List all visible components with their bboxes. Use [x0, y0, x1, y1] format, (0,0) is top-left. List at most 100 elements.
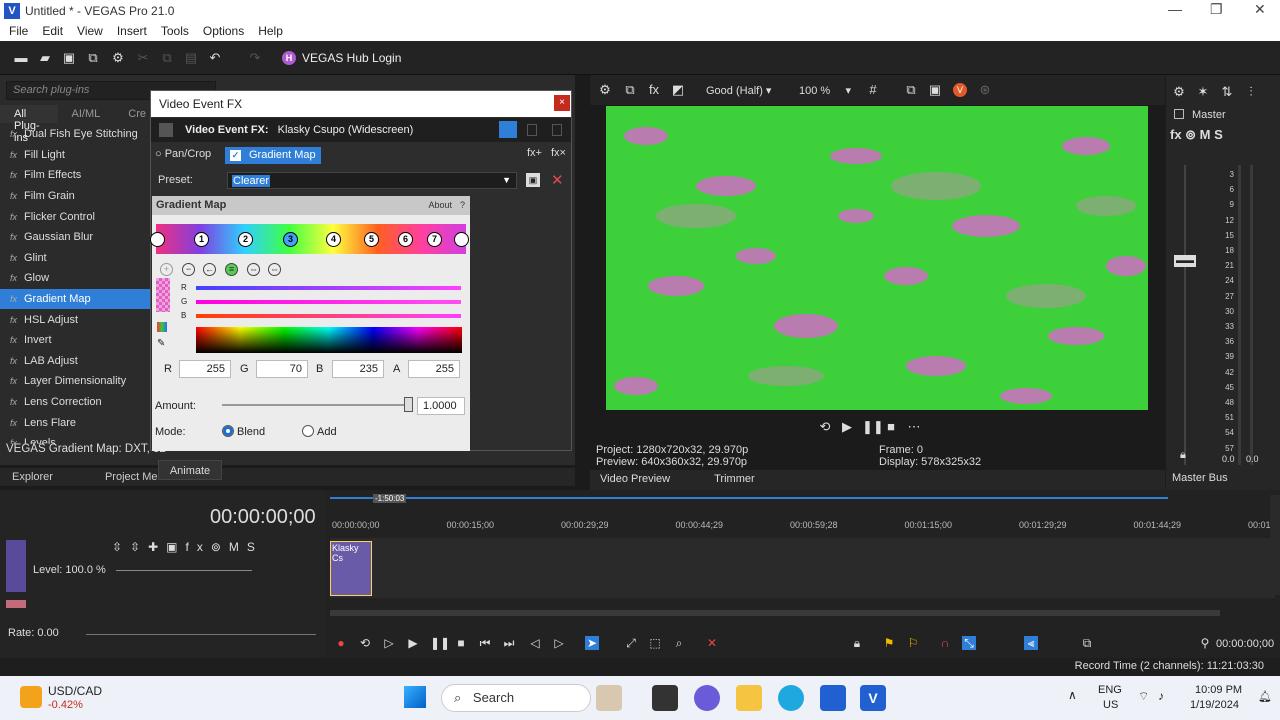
gradient-stop[interactable]: 5: [364, 232, 379, 247]
r-value-input[interactable]: 255: [179, 360, 231, 378]
amount-value-input[interactable]: 1.0000: [417, 397, 465, 415]
video-clip[interactable]: Klasky Cs: [330, 541, 372, 596]
windows-start-icon[interactable]: [404, 686, 426, 708]
lock-icon[interactable]: 🔒︎: [850, 636, 864, 650]
view-grid-icon[interactable]: [552, 124, 562, 136]
add-fx-icon[interactable]: fx+: [527, 147, 542, 159]
view-split-icon[interactable]: [527, 124, 537, 136]
palette-icon[interactable]: [157, 322, 167, 332]
a-value-input[interactable]: 255: [408, 360, 460, 378]
envelope-tool-icon[interactable]: ⤢: [624, 636, 638, 650]
g-channel-slider[interactable]: [196, 300, 461, 304]
help-link[interactable]: ?: [460, 200, 465, 210]
selection-tool-icon[interactable]: ⬚: [648, 636, 662, 650]
center-stop-icon[interactable]: ≡: [225, 263, 238, 276]
delete-preset-icon[interactable]: ✕: [551, 171, 564, 189]
plugin-item[interactable]: fx Film Effects: [0, 165, 150, 186]
plugin-item[interactable]: fx Dual Fish Eye Stitching: [0, 124, 150, 145]
render-icon[interactable]: ⧉: [86, 51, 100, 65]
task-view-icon[interactable]: [652, 685, 678, 711]
plugin-item[interactable]: fx Film Grain: [0, 186, 150, 207]
menu-insert[interactable]: Insert: [117, 24, 147, 41]
vegas-taskbar-icon[interactable]: V: [860, 685, 886, 711]
new-icon[interactable]: ▬: [14, 51, 28, 65]
gradient-map-enabled-checkbox[interactable]: ✓: [230, 150, 241, 161]
tab-ai-ml[interactable]: AI/ML: [58, 105, 115, 123]
plugin-item[interactable]: fx Layer Dimensionality: [0, 371, 150, 392]
b-channel-slider[interactable]: [196, 314, 461, 318]
plugin-item[interactable]: fx Glow: [0, 268, 150, 289]
preview-pause-icon[interactable]: ❚❚: [862, 420, 884, 434]
tab-explorer[interactable]: Explorer: [0, 468, 65, 486]
open-icon[interactable]: ▰: [38, 51, 52, 65]
marker-icon[interactable]: ⚑: [882, 636, 896, 650]
distribute-stops-icon[interactable]: ⇔: [247, 263, 260, 276]
remove-stop-icon[interactable]: −: [182, 263, 195, 276]
vertical-scrollbar[interactable]: [1270, 495, 1280, 595]
record-icon[interactable]: ●: [334, 636, 348, 650]
go-to-start-icon[interactable]: ⏮: [478, 636, 492, 650]
master-select-box[interactable]: [1174, 109, 1184, 119]
vegas-hub-login[interactable]: H VEGAS Hub Login: [282, 51, 401, 65]
split-screen-icon[interactable]: ◩: [671, 83, 685, 97]
tab-video-preview[interactable]: Video Preview: [600, 473, 670, 487]
menu-options[interactable]: Options: [203, 24, 244, 41]
store-icon[interactable]: [820, 685, 846, 711]
plugin-item[interactable]: fx Fill Light: [0, 145, 150, 166]
normal-edit-tool-icon[interactable]: ➤: [585, 636, 599, 650]
gradient-strip[interactable]: 1 2 3 4 5 6 7: [150, 224, 469, 254]
go-to-end-icon[interactable]: ⏭: [502, 636, 516, 650]
menu-help[interactable]: Help: [258, 24, 283, 41]
close-icon[interactable]: ✕: [1254, 1, 1266, 18]
b-value-input[interactable]: 235: [332, 360, 384, 378]
stocks-widget-icon[interactable]: [20, 686, 42, 708]
eyedropper-icon[interactable]: ✎: [157, 338, 165, 349]
grid-icon[interactable]: #: [866, 83, 880, 97]
g-value-input[interactable]: 70: [256, 360, 308, 378]
maximize-icon[interactable]: ❐: [1210, 1, 1223, 18]
auto-ripple-icon[interactable]: ⤡: [962, 636, 976, 650]
preview-more-icon[interactable]: ⋯: [907, 420, 921, 434]
plugin-item[interactable]: fx Lens Correction: [0, 392, 150, 413]
track-controls-icon[interactable]: ⇳⇳✚▣fx⊚MS: [112, 540, 263, 554]
menu-view[interactable]: View: [77, 24, 103, 41]
plugin-item[interactable]: fx LAB Adjust: [0, 351, 150, 372]
video-fx-icon[interactable]: fx: [647, 83, 661, 97]
gradient-stop[interactable]: 2: [238, 232, 253, 247]
plugin-item[interactable]: fx Glint: [0, 248, 150, 269]
scopes-icon[interactable]: ⊛: [978, 83, 992, 97]
play-icon[interactable]: ▶: [406, 636, 420, 650]
language-indicator[interactable]: ENG: [1098, 684, 1122, 696]
remove-fx-icon[interactable]: fx×: [551, 147, 566, 159]
add-radio[interactable]: [302, 425, 314, 437]
plugin-item[interactable]: fx Lens Flare: [0, 412, 150, 433]
tab-trimmer[interactable]: Trimmer: [714, 473, 755, 487]
gradient-stop[interactable]: 4: [326, 232, 341, 247]
save-preset-icon[interactable]: ▣: [526, 173, 540, 187]
file-explorer-icon[interactable]: [736, 685, 762, 711]
minimize-icon[interactable]: —: [1168, 1, 1182, 17]
wifi-icon[interactable]: ⌔: [1138, 689, 1149, 704]
timeline-ruler[interactable]: 00:00:00;00 00:00:15;00 00:00:29;29 00:00:4…: [330, 518, 1278, 534]
crossfade-icon[interactable]: ⫷: [1024, 636, 1038, 650]
copy-icon[interactable]: ⧉: [160, 51, 174, 65]
notification-bell-icon[interactable]: 🔔︎: [1258, 690, 1272, 703]
edge-icon[interactable]: [778, 685, 804, 711]
gradient-stop-selected[interactable]: 3: [283, 232, 298, 247]
color-spectrum-picker[interactable]: [196, 327, 462, 353]
menu-tools[interactable]: Tools: [161, 24, 189, 41]
master-fader-thumb[interactable]: ▬▬: [1174, 255, 1196, 267]
copy-snapshot-icon[interactable]: ⧉: [904, 83, 918, 97]
delete-icon[interactable]: ✕: [705, 636, 719, 650]
reverse-stops-icon[interactable]: ⇔: [268, 263, 281, 276]
plugin-item[interactable]: fx Gaussian Blur: [0, 227, 150, 248]
preview-settings-icon[interactable]: ⚙: [598, 83, 612, 97]
mixer-downmix-icon[interactable]: ⇅: [1220, 85, 1234, 99]
next-frame-icon[interactable]: ▷: [552, 636, 566, 650]
preview-zoom-dropdown[interactable]: 100 % ▾: [799, 84, 851, 97]
save-snapshot-icon[interactable]: ▣: [928, 83, 942, 97]
mixer-fx-icon[interactable]: ✶: [1196, 85, 1210, 99]
loop-region-bar[interactable]: [330, 497, 1168, 499]
gradient-stop-edge[interactable]: [150, 232, 165, 247]
level-slider[interactable]: [116, 570, 252, 571]
